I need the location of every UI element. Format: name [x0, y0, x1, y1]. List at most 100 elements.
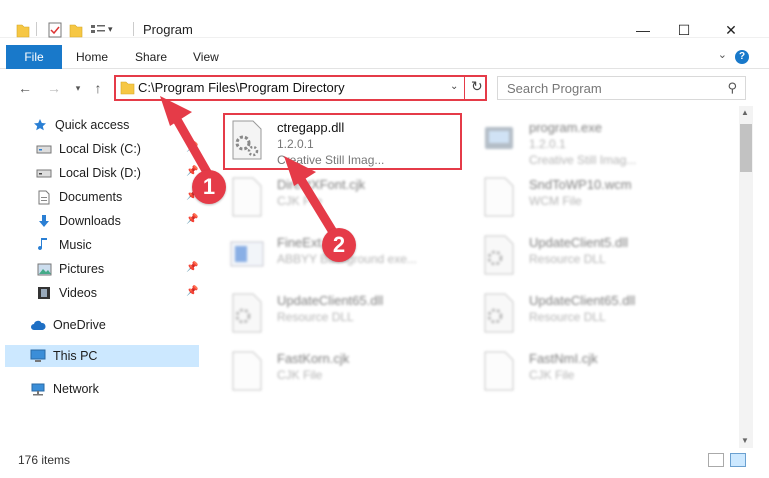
app-file-icon	[230, 241, 264, 267]
close-button[interactable]: ✕	[708, 20, 754, 40]
file-type: Resource DLL	[277, 310, 354, 324]
file-item-updateclient65-2[interactable]: UpdateClient65.dll Resource DLL	[461, 286, 701, 344]
forward-arrow-icon[interactable]: →	[45, 78, 63, 98]
sidebar-item-local-disk-d[interactable]: Local Disk (D:)	[36, 162, 141, 184]
dropdown-chevron-icon[interactable]: ▾	[108, 24, 113, 40]
file-type: CJK File	[529, 368, 575, 382]
file-name: DirectXFont.cjk	[277, 177, 366, 192]
cloud-icon	[30, 317, 46, 333]
address-path[interactable]: C:\Program Files\Program Directory	[138, 80, 345, 95]
sidebar-item-network[interactable]: Network	[30, 378, 99, 400]
tab-home[interactable]: Home	[76, 45, 108, 69]
item-count: 176 items	[18, 453, 71, 467]
file-description: Creative Still Imag...	[529, 153, 637, 167]
sidebar-item-downloads[interactable]: Downloads	[36, 210, 121, 232]
file-name: program.exe	[529, 120, 602, 135]
details-view-icon[interactable]	[708, 453, 724, 467]
sidebar-item-label: OneDrive	[53, 318, 106, 332]
file-item-fastnml[interactable]: FastNmI.cjk CJK File	[461, 344, 701, 402]
refresh-icon[interactable]: ↻	[471, 78, 483, 95]
sidebar-item-label: Local Disk (D:)	[59, 166, 141, 180]
file-item-updateclient5[interactable]: UpdateClient5.dll Resource DLL	[461, 228, 701, 286]
customize-toolbar-icon[interactable]	[90, 22, 106, 38]
address-dropdown-icon[interactable]: ⌄	[450, 81, 458, 92]
properties-icon[interactable]	[48, 22, 62, 38]
help-icon[interactable]: ?	[735, 50, 749, 64]
pin-icon[interactable]: 📌	[186, 286, 198, 297]
sidebar-item-label: This PC	[53, 349, 98, 363]
large-icons-view-icon[interactable]	[730, 453, 746, 467]
sidebar-item-videos[interactable]: Videos	[36, 282, 97, 304]
search-input[interactable]: Search Program	[507, 81, 602, 96]
file-name: UpdateClient65.dll	[277, 293, 384, 308]
file-name: UpdateClient65.dll	[529, 293, 636, 308]
toolbar-separator	[36, 22, 37, 36]
file-item-program-exe[interactable]: program.exe 1.2.0.1 Creative Still Imag.…	[461, 113, 701, 171]
new-folder-icon[interactable]	[69, 22, 83, 38]
file-item-updateclient65[interactable]: UpdateClient65.dll Resource DLL	[209, 286, 449, 344]
sidebar-item-label: Local Disk (C:)	[59, 142, 141, 156]
maximize-button[interactable]: ☐	[661, 20, 707, 40]
sidebar-item-label: Quick access	[55, 118, 130, 132]
generic-file-icon	[484, 351, 514, 391]
window-title: Program	[143, 22, 193, 37]
file-type: CJK File	[277, 194, 323, 208]
ribbon: File Home Share View ⌄ ?	[0, 45, 769, 69]
sidebar-item-label: Documents	[59, 190, 123, 204]
file-highlight-box	[223, 113, 462, 170]
file-item-sndtowp10[interactable]: SndToWP10.wcm WCM File	[461, 170, 701, 228]
generic-file-icon	[232, 351, 262, 391]
tab-view[interactable]: View	[193, 45, 219, 69]
navigation-pane: Quick access Local Disk (C:) 📌 Local Dis…	[0, 108, 205, 443]
scrollbar-thumb[interactable]	[740, 124, 752, 172]
pin-icon[interactable]: 📌	[186, 142, 198, 153]
computer-icon	[30, 348, 46, 364]
search-box[interactable]: Search Program ⚲	[497, 76, 746, 100]
minimize-button[interactable]: —	[620, 20, 666, 40]
callout-step-2: 2	[322, 228, 356, 262]
collapse-ribbon-icon[interactable]: ⌄	[718, 48, 727, 61]
recent-locations-chevron-icon[interactable]: ▾	[69, 78, 87, 98]
exe-file-icon	[485, 127, 513, 149]
scroll-up-arrow-icon[interactable]: ▲	[741, 108, 749, 117]
address-bar[interactable]: C:\Program Files\Program Directory ⌄ ↻	[114, 75, 487, 101]
sidebar-item-label: Pictures	[59, 262, 105, 276]
videos-icon	[36, 285, 52, 301]
file-name: SndToWP10.wcm	[529, 177, 632, 192]
sidebar-item-label: Network	[53, 382, 99, 396]
up-arrow-icon[interactable]: ↑	[89, 78, 107, 98]
folder-icon	[120, 81, 135, 95]
sidebar-item-quick-access[interactable]: Quick access	[32, 114, 129, 136]
file-type: Resource DLL	[529, 252, 606, 266]
sidebar-item-music[interactable]: Music	[36, 234, 92, 256]
sidebar-item-label: Downloads	[59, 214, 121, 228]
music-icon	[36, 237, 52, 253]
file-type: CJK File	[277, 368, 323, 382]
file-version: 1.2.0.1	[529, 137, 566, 151]
pin-icon[interactable]: 📌	[186, 214, 198, 225]
sidebar-item-label: Music	[59, 238, 92, 252]
file-type: WCM File	[529, 194, 582, 208]
file-item-fastkorn[interactable]: FastKorn.cjk CJK File	[209, 344, 449, 402]
sidebar-item-local-disk-c[interactable]: Local Disk (C:)	[36, 138, 141, 160]
sidebar-item-this-pc[interactable]: This PC	[5, 345, 199, 367]
file-item-directxfont[interactable]: DirectXFont.cjk CJK File	[209, 170, 449, 228]
address-divider	[464, 75, 465, 101]
generic-file-icon	[232, 177, 262, 217]
sidebar-item-onedrive[interactable]: OneDrive	[30, 314, 106, 336]
tab-file[interactable]: File	[6, 45, 62, 69]
pin-icon[interactable]: 📌	[186, 262, 198, 273]
tab-share[interactable]: Share	[135, 45, 167, 69]
search-icon[interactable]: ⚲	[727, 80, 737, 96]
back-arrow-icon[interactable]: ←	[16, 78, 34, 98]
dll-file-icon	[484, 293, 514, 333]
scroll-down-arrow-icon[interactable]: ▼	[741, 436, 749, 445]
pictures-icon	[36, 261, 52, 277]
dll-file-icon	[232, 293, 262, 333]
file-name: FastNmI.cjk	[529, 351, 598, 366]
sidebar-item-documents[interactable]: Documents	[36, 186, 122, 208]
sidebar-item-pictures[interactable]: Pictures	[36, 258, 104, 280]
download-icon	[36, 213, 52, 229]
drive-icon	[36, 165, 52, 181]
folder-icon[interactable]	[16, 22, 30, 38]
